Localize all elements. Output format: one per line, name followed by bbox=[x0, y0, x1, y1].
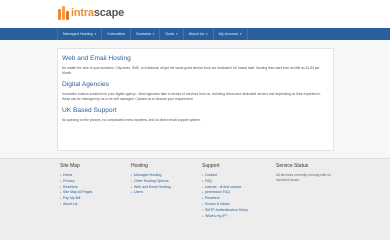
section-heading: UK Based Support bbox=[62, 107, 117, 114]
footer-link[interactable]: Users bbox=[131, 190, 171, 196]
caret-down-icon: ▾ bbox=[152, 32, 155, 36]
service-status-text: All services currently running with no r… bbox=[276, 173, 332, 182]
footer-link[interactable]: About Us bbox=[60, 202, 92, 208]
footer-heading: Service Status bbox=[276, 163, 309, 169]
nav-item-managed-hosting[interactable]: Managed Hosting ▾ bbox=[57, 28, 103, 40]
footer-col-hosting: Hosting Managed Hosting Other Hosting Op… bbox=[131, 163, 171, 196]
intrascape-logo[interactable]: intrascape bbox=[58, 6, 124, 20]
header: intrascape bbox=[0, 0, 390, 28]
main-content-panel: Web and Email Hosting No matter the size… bbox=[57, 48, 334, 151]
footer-link[interactable]: What's my IP? bbox=[202, 214, 248, 220]
section-body: No matter the size of your business, Cit… bbox=[62, 66, 320, 75]
logo-text: intrascape bbox=[71, 7, 125, 19]
nav-item-domains[interactable]: Domains ▾ bbox=[131, 28, 161, 40]
nav-item-tools[interactable]: Tools ▾ bbox=[160, 28, 184, 40]
section-digital-agencies: Digital Agencies Innovative custom solut… bbox=[62, 81, 329, 102]
caret-down-icon: ▾ bbox=[239, 32, 242, 36]
footer-link[interactable]: Other Hosting Options bbox=[131, 179, 171, 185]
footer-col-support: Support Contact FAQ Iusenet - at first c… bbox=[202, 163, 248, 219]
caret-down-icon: ▾ bbox=[175, 32, 178, 36]
page: intrascape Managed Hosting ▾ Colocation … bbox=[0, 0, 390, 240]
footer-col-service-status: Service Status All services currently ru… bbox=[276, 163, 336, 183]
section-heading: Web and Email Hosting bbox=[62, 55, 131, 62]
section-uk-support: UK Based Support No queuing on the phone… bbox=[62, 107, 329, 123]
main-nav: Managed Hosting ▾ Colocation Domains ▾ T… bbox=[57, 28, 248, 40]
nav-item-colocation[interactable]: Colocation bbox=[102, 28, 132, 40]
section-heading: Digital Agencies bbox=[62, 81, 109, 88]
footer: Site Map Home Privacy Resellers Site Map… bbox=[0, 158, 390, 240]
caret-down-icon: ▾ bbox=[93, 32, 97, 36]
footer-heading: Hosting bbox=[131, 163, 148, 169]
section-body: No queuing on the phones, no complicated… bbox=[62, 118, 201, 122]
footer-col-sitemap: Site Map Home Privacy Resellers Site Map… bbox=[60, 163, 92, 208]
main-navbar: Managed Hosting ▾ Colocation Domains ▾ T… bbox=[0, 28, 390, 40]
caret-down-icon: ▾ bbox=[205, 32, 208, 36]
section-body: Innovative custom solutions for your dig… bbox=[62, 92, 321, 101]
nav-item-about-us[interactable]: About Us ▾ bbox=[184, 28, 214, 40]
section-web-email-hosting: Web and Email Hosting No matter the size… bbox=[62, 55, 329, 76]
nav-item-my-account[interactable]: My Account ▾ bbox=[214, 28, 248, 40]
footer-heading: Site Map bbox=[60, 163, 80, 169]
logo-mark-icon bbox=[58, 6, 70, 20]
footer-heading: Support bbox=[202, 163, 220, 169]
footer-link[interactable]: SMTP Authentication Setup bbox=[202, 208, 248, 214]
